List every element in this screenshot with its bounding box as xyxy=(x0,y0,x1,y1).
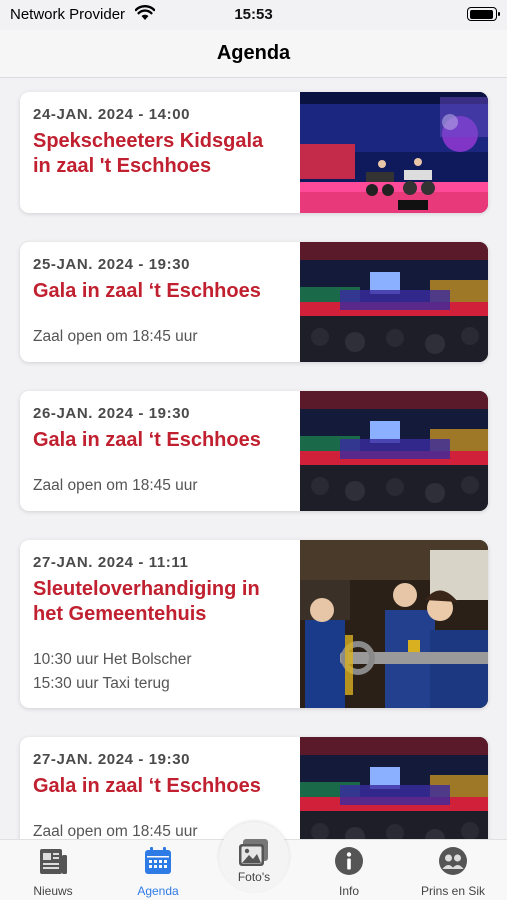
info-icon xyxy=(335,847,363,875)
photos-icon xyxy=(239,839,268,866)
tab-nieuws[interactable]: Nieuws xyxy=(3,840,103,900)
event-subtitle: Zaal open om 18:45 uur xyxy=(33,477,198,494)
tab-info[interactable]: Info xyxy=(299,840,399,900)
clock: 15:53 xyxy=(234,6,273,23)
event-title: Sleuteloverhandiging in het Gemeentehuis xyxy=(33,578,260,625)
event-date: 25-JAN. 2024 - 19:30 xyxy=(33,256,191,273)
event-image-gala xyxy=(300,242,488,362)
event-image-gala xyxy=(300,737,488,839)
event-date: 26-JAN. 2024 - 19:30 xyxy=(33,405,191,422)
tab-prins-en-sik[interactable]: Prins en Sik xyxy=(403,840,503,900)
event-title: Gala in zaal ‘t Eschhoes xyxy=(33,429,261,451)
event-card[interactable]: 27-JAN. 2024 - 11:11 Sleuteloverhandigin… xyxy=(20,540,488,708)
event-title: Gala in zaal ‘t Eschhoes xyxy=(33,280,261,302)
event-card[interactable]: 25-JAN. 2024 - 19:30 Gala in zaal ‘t Esc… xyxy=(20,242,488,362)
newspaper-icon xyxy=(40,849,67,874)
event-date: 27-JAN. 2024 - 11:11 xyxy=(33,554,189,571)
event-list[interactable]: 24-JAN. 2024 - 14:00 Spekscheeters Kidsg… xyxy=(0,79,507,839)
event-date: 27-JAN. 2024 - 19:30 xyxy=(33,751,191,768)
people-icon xyxy=(439,847,467,875)
battery-icon xyxy=(467,7,500,21)
event-title: Gala in zaal ‘t Eschhoes xyxy=(33,775,261,797)
event-image-kidsgala xyxy=(300,92,488,213)
calendar-icon xyxy=(145,847,171,874)
status-bar: Network Provider 15:53 xyxy=(0,0,507,30)
event-subtitle: Zaal open om 18:45 uur xyxy=(33,328,198,345)
event-title: Spekscheeters Kidsgala in zaal 't Eschho… xyxy=(33,130,264,177)
event-subtitle: 10:30 uur Het Bolscher 15:30 uur Taxi te… xyxy=(33,651,192,692)
tab-agenda[interactable]: Agenda xyxy=(108,840,208,900)
event-card[interactable]: 26-JAN. 2024 - 19:30 Gala in zaal ‘t Esc… xyxy=(20,391,488,511)
navigation-bar: Agenda xyxy=(0,30,507,78)
event-image-gala xyxy=(300,391,488,511)
event-date: 24-JAN. 2024 - 14:00 xyxy=(33,106,191,123)
event-image-key-handover xyxy=(300,540,488,708)
tab-fotos[interactable]: Foto's xyxy=(219,822,289,892)
page-title: Agenda xyxy=(216,42,291,64)
event-card[interactable]: 24-JAN. 2024 - 14:00 Spekscheeters Kidsg… xyxy=(20,92,488,213)
